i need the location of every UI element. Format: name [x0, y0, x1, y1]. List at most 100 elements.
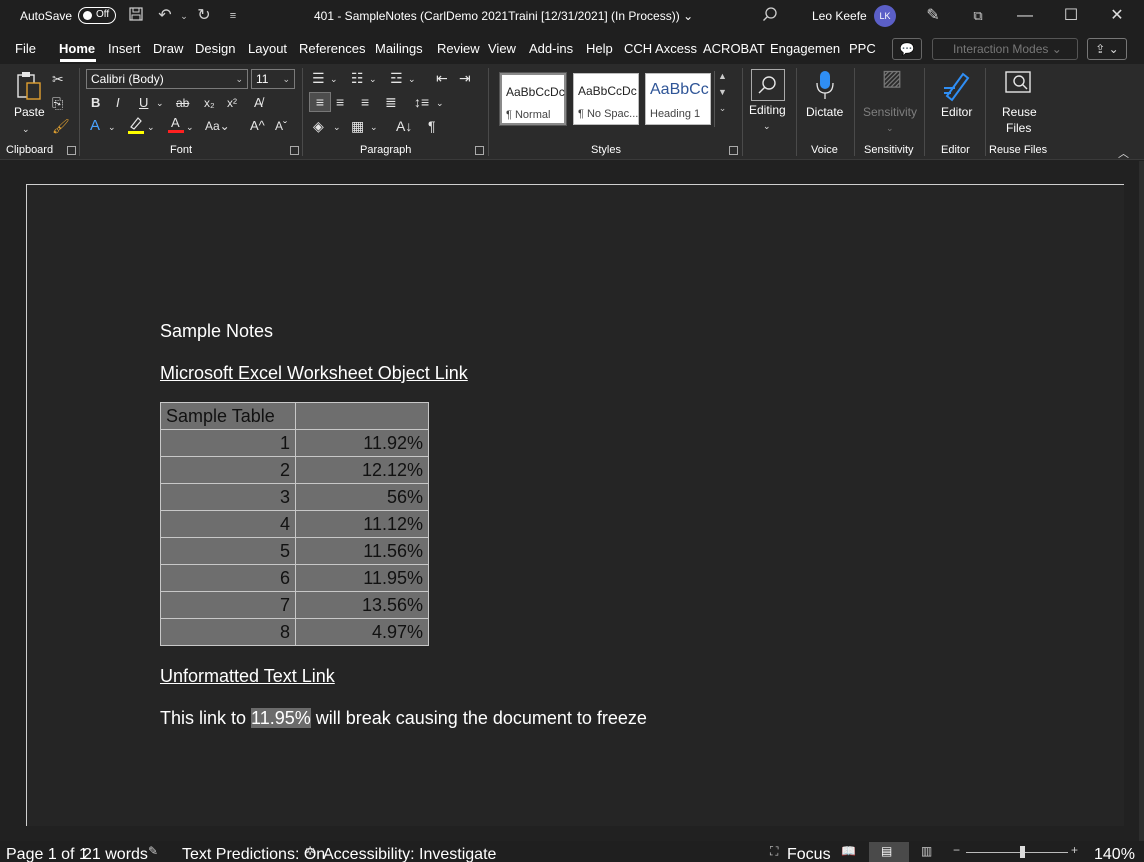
justify-icon[interactable]: ≣	[385, 93, 397, 111]
highlight-dropdown-icon[interactable]: ⌄	[147, 118, 155, 136]
scroll-up-icon[interactable]: ▲	[715, 71, 730, 81]
comments-button[interactable]: 💬	[892, 38, 922, 60]
accessibility-status[interactable]: Accessibility: Investigate	[323, 846, 496, 862]
customize-qat-icon[interactable]: ≡	[223, 6, 243, 26]
italic-icon[interactable]: I	[116, 94, 120, 112]
accessibility-icon[interactable]: ✲	[305, 844, 315, 858]
font-color-dropdown-icon[interactable]: ⌄	[186, 118, 194, 136]
body-paragraph[interactable]: This link to 11.95% will break causing t…	[160, 708, 647, 729]
tab-references[interactable]: References	[299, 41, 365, 56]
editing-search-icon[interactable]	[751, 69, 785, 101]
align-center-icon[interactable]: ≡	[336, 93, 344, 111]
copy-icon[interactable]: ⎘	[52, 94, 63, 112]
font-launcher-icon[interactable]	[290, 146, 299, 155]
superscript-icon[interactable]: x²	[227, 94, 237, 112]
excel-object-table[interactable]: Sample Table 1 11.92% 2 12.12% 3 56% 4 11.12…	[160, 402, 429, 646]
strikethrough-icon[interactable]: ab	[176, 94, 189, 112]
paragraph-launcher-icon[interactable]	[475, 146, 484, 155]
editor-button-label[interactable]: Editor	[941, 105, 972, 119]
cut-icon[interactable]: ✂	[52, 70, 64, 88]
microphone-icon[interactable]	[814, 69, 836, 101]
bullets-dropdown-icon[interactable]: ⌄	[330, 70, 338, 88]
grow-font-icon[interactable]: A^	[250, 117, 265, 135]
focus-icon[interactable]: ⛶	[770, 844, 778, 859]
text-effects-dropdown-icon[interactable]: ⌄	[108, 118, 116, 136]
paste-label[interactable]: Paste	[14, 105, 45, 119]
tab-mailings[interactable]: Mailings	[375, 41, 423, 56]
user-name[interactable]: Leo Keefe	[812, 9, 867, 23]
shrink-font-icon[interactable]: Aˇ	[275, 117, 287, 135]
tab-layout[interactable]: Layout	[248, 41, 287, 56]
word-count[interactable]: 21 words	[83, 846, 148, 862]
dictate-label[interactable]: Dictate	[806, 105, 843, 119]
tab-view[interactable]: View	[488, 41, 516, 56]
multilevel-dropdown-icon[interactable]: ⌄	[408, 70, 416, 88]
designer-pen-icon[interactable]: ✎	[923, 6, 943, 26]
read-mode-icon[interactable]: 📖	[841, 844, 856, 858]
scroll-down-icon[interactable]: ▼	[715, 87, 730, 97]
highlight-color-icon[interactable]	[127, 115, 145, 135]
tab-file[interactable]: File	[15, 41, 36, 56]
zoom-slider[interactable]	[966, 852, 1068, 853]
tab-review[interactable]: Review	[437, 41, 480, 56]
format-painter-icon[interactable]: 🖌	[52, 117, 70, 135]
reuse-label-line1[interactable]: Reuse	[1002, 105, 1037, 119]
underline-dropdown-icon[interactable]: ⌄	[156, 94, 164, 112]
tab-cch-axcess[interactable]: CCH Axcess	[624, 41, 697, 56]
zoom-in-icon[interactable]: +	[1071, 843, 1078, 857]
document-title-heading[interactable]: Sample Notes	[160, 321, 273, 342]
bold-icon[interactable]: B	[91, 94, 100, 112]
line-spacing-dropdown-icon[interactable]: ⌄	[436, 94, 444, 112]
ribbon-display-icon[interactable]: ⧉	[968, 6, 988, 26]
minimize-button[interactable]: —	[1002, 0, 1048, 32]
tab-engagement[interactable]: Engagemen	[770, 41, 840, 56]
zoom-out-icon[interactable]: −	[953, 843, 960, 857]
redo-icon[interactable]: ↻	[194, 6, 214, 26]
autosave-toggle[interactable]: Off	[78, 7, 116, 24]
tab-ppc[interactable]: PPC	[849, 41, 876, 56]
tab-help[interactable]: Help	[586, 41, 613, 56]
font-color-icon[interactable]: A	[167, 114, 185, 134]
borders-icon[interactable]: ▦	[351, 117, 364, 135]
more-styles-icon[interactable]: ⌄	[715, 103, 730, 114]
shading-dropdown-icon[interactable]: ⌄	[333, 118, 341, 136]
font-name-box[interactable]: Calibri (Body) ⌄	[86, 69, 248, 89]
tab-design[interactable]: Design	[195, 41, 235, 56]
text-predictions-status[interactable]: Text Predictions: On	[182, 846, 325, 862]
borders-dropdown-icon[interactable]: ⌄	[370, 118, 378, 136]
multilevel-list-icon[interactable]: ☲	[390, 69, 403, 87]
print-layout-icon[interactable]: ▤	[881, 844, 892, 858]
reuse-files-icon[interactable]	[1002, 69, 1034, 99]
page-count[interactable]: Page 1 of 1	[6, 846, 88, 862]
editing-dropdown-icon[interactable]: ⌄	[763, 117, 771, 135]
excel-link-heading[interactable]: Microsoft Excel Worksheet Object Link	[160, 363, 468, 384]
proofing-icon[interactable]: ✎	[148, 844, 158, 858]
bullets-icon[interactable]: ☰	[312, 69, 325, 87]
styles-gallery-scroll[interactable]: ▲ ▼ ⌄	[714, 71, 730, 127]
styles-launcher-icon[interactable]	[729, 146, 738, 155]
editor-icon[interactable]	[941, 68, 973, 102]
editing-label[interactable]: Editing	[749, 103, 786, 117]
paste-icon[interactable]	[14, 70, 44, 102]
increase-indent-icon[interactable]: ⇥	[459, 69, 471, 87]
clear-formatting-icon[interactable]: A̸	[254, 94, 263, 112]
vertical-scrollbar[interactable]	[1139, 161, 1144, 841]
collapse-ribbon-icon[interactable]: ︿	[1118, 145, 1129, 161]
share-button[interactable]: ⇪ ⌄	[1087, 38, 1127, 60]
numbering-icon[interactable]: ☷	[351, 69, 364, 87]
close-button[interactable]: ✕	[1094, 0, 1140, 32]
tab-add-ins[interactable]: Add-ins	[529, 41, 573, 56]
text-effects-icon[interactable]: A	[90, 117, 100, 135]
subscript-icon[interactable]: x₂	[204, 94, 215, 112]
decrease-indent-icon[interactable]: ⇤	[436, 69, 448, 87]
font-size-box[interactable]: 11 ⌄	[251, 69, 295, 89]
align-right-icon[interactable]: ≡	[361, 93, 369, 111]
tab-home[interactable]: Home	[59, 41, 95, 56]
tab-insert[interactable]: Insert	[108, 41, 141, 56]
interaction-modes-dropdown[interactable]: Interaction Modes ⌄	[932, 38, 1078, 60]
search-icon[interactable]	[760, 6, 780, 26]
style-heading-1[interactable]: AaBbCc Heading 1	[645, 73, 711, 125]
clipboard-launcher-icon[interactable]	[67, 146, 76, 155]
reuse-label-line2[interactable]: Files	[1006, 121, 1031, 135]
underline-icon[interactable]: U	[139, 94, 148, 112]
